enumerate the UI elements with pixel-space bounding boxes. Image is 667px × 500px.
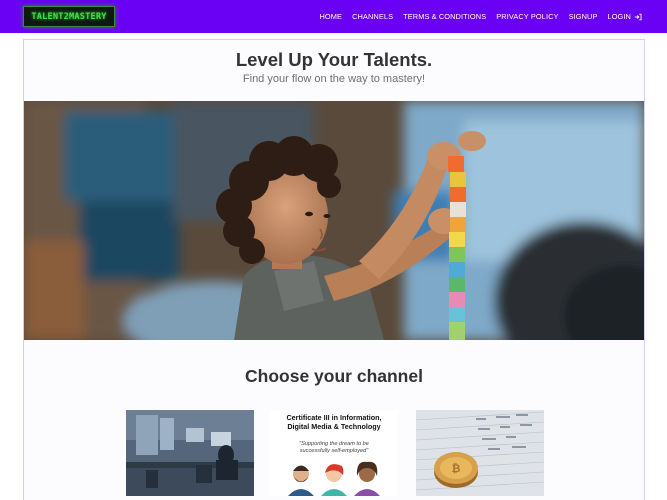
svg-text:₿: ₿ (452, 462, 461, 475)
nav-terms-link[interactable]: TERMS & CONDITIONS (403, 12, 486, 21)
main-nav: HOME CHANNELS TERMS & CONDITIONS PRIVACY… (319, 0, 642, 33)
certificate-heading-line1: Certificate III in Information, (286, 413, 382, 422)
brand-logo[interactable]: TALENT2MASTERY (23, 6, 115, 27)
hero-image (24, 101, 644, 340)
login-arrow-icon (634, 13, 642, 20)
certificate-heading-line2: Digital Media & Technology (287, 422, 381, 431)
channel-tile-crypto[interactable]: ₿ (416, 410, 544, 496)
nav-home-link[interactable]: HOME (319, 12, 342, 21)
nav-login-label: LOGIN (607, 12, 631, 21)
top-navbar: TALENT2MASTERY HOME CHANNELS TERMS & CON… (0, 0, 667, 33)
certificate-quote: "Supporting the dream to be successfully… (270, 441, 398, 455)
channel-tile-office[interactable] (126, 410, 254, 496)
nav-channels-link[interactable]: CHANNELS (352, 12, 393, 21)
brand-logo-text: TALENT2MASTERY (31, 11, 107, 22)
channels-section-title: Choose your channel (245, 366, 423, 386)
people-avatars-illustration (288, 461, 380, 496)
page-title: Level Up Your Talents. (235, 49, 433, 70)
bitcoin-coin-photo: ₿ (416, 410, 544, 496)
certificate-heading: Certificate III in Information, Digital … (270, 413, 398, 431)
child-stacking-blocks-photo (24, 101, 644, 340)
channel-tile-certificate[interactable]: Certificate III in Information, Digital … (270, 410, 398, 496)
nav-privacy-link[interactable]: PRIVACY POLICY (496, 12, 558, 21)
certificate-quote-line1: "Supporting the dream to be (299, 441, 369, 447)
page-subtitle: Find your flow on the way to mastery! (242, 73, 426, 85)
certificate-quote-line2: successfully self-employed" (299, 448, 369, 454)
nav-login-link[interactable]: LOGIN (608, 12, 643, 21)
nav-signup-link[interactable]: SIGNUP (569, 12, 598, 21)
office-workspace-photo (126, 410, 254, 496)
content-card: Level Up Your Talents. Find your flow on… (23, 39, 645, 500)
